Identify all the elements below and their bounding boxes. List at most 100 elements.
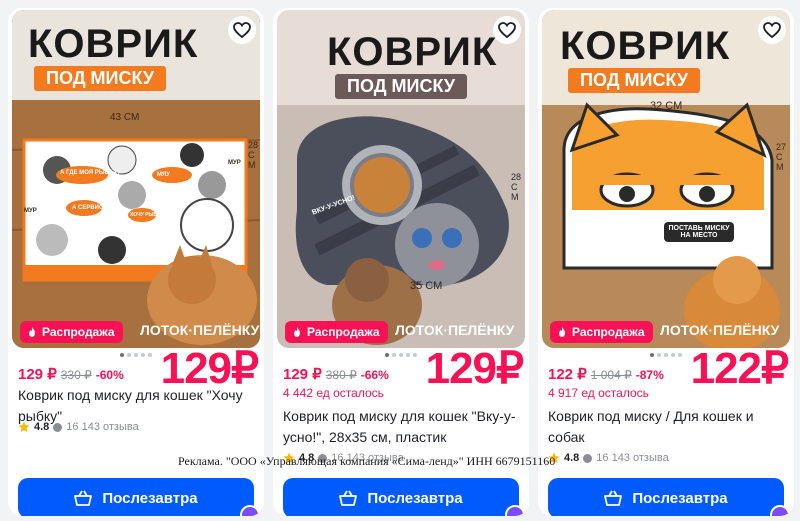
pager-dot <box>399 353 403 357</box>
price-current: 122 ₽ <box>548 366 587 383</box>
product-card[interactable]: КОВРИК ПОД МИСКУ 43 СМ 28 СМ А ГДЕ МОЯ Р… <box>8 8 264 516</box>
favorite-button[interactable] <box>758 16 786 44</box>
image-pager <box>120 353 152 357</box>
product-image[interactable]: КОВРИК ПОД МИСКУ 43 СМ 28 СМ А ГДЕ МОЯ Р… <box>12 10 260 348</box>
favorite-button[interactable] <box>228 16 256 44</box>
mat-headline: КОВРИК <box>560 24 731 68</box>
seller-logo-icon[interactable] <box>240 505 260 516</box>
sale-badge-label: Распродажа <box>42 325 115 339</box>
mat-bottom-text: ЛОТОК·ПЕЛЁНКУ <box>140 322 260 338</box>
mat-subline: ПОД МИСКУ <box>335 74 468 99</box>
price-current: 129 ₽ <box>18 366 57 383</box>
pager-dot <box>148 353 152 357</box>
pager-dot <box>413 353 417 357</box>
heart-icon <box>763 22 781 38</box>
basket-icon <box>339 490 358 506</box>
flame-icon <box>294 327 300 337</box>
price-old: 380 ₽ <box>325 368 357 382</box>
cta-label: Послезавтра <box>367 489 463 507</box>
discount-label: -66% <box>360 368 389 382</box>
sale-badge-label: Распродажа <box>572 325 645 339</box>
pager-dot <box>650 353 654 357</box>
rating-row: 4.8 16 143 отзыва <box>548 452 669 464</box>
seller-logo-icon[interactable] <box>505 505 525 516</box>
big-price-overlay: 122₽ <box>690 344 789 393</box>
stock-left: 4 917 ед осталось <box>548 386 649 400</box>
pager-dot <box>120 353 124 357</box>
favorite-button[interactable] <box>493 16 521 44</box>
add-to-cart-button[interactable]: Послезавтра <box>548 478 784 516</box>
basket-icon <box>604 490 623 506</box>
mat-dim-width: 43 СМ <box>110 112 140 123</box>
mat-bubble: А ГДЕ МОЯ РЫБКА? <box>60 170 121 176</box>
pager-dot <box>392 353 396 357</box>
price-row: 122 ₽ 1 004 ₽ -87% <box>548 365 664 383</box>
discount-label: -87% <box>635 368 664 382</box>
pager-dot <box>678 353 682 357</box>
heart-icon <box>233 22 251 38</box>
mat-dim-height: 28 СМ <box>248 140 259 170</box>
flame-icon <box>29 327 35 337</box>
pager-dot <box>134 353 138 357</box>
pager-dot <box>657 353 661 357</box>
stock-left: 4 442 ед осталось <box>283 386 384 400</box>
price-old: 330 ₽ <box>60 368 92 382</box>
big-price-overlay: 129₽ <box>425 344 524 393</box>
product-image[interactable]: КОВРИК ПОД МИСКУ 32 СМ 27 СМ ПОСТАВЬ МИС… <box>542 10 790 348</box>
mat-dim-width: 35 СМ <box>410 280 443 292</box>
product-title[interactable]: Коврик под миску для кошек "Вку-у-усно!"… <box>283 406 523 448</box>
mat-bottom-text: ЛОТОК·ПЕЛЁНКУ <box>395 322 515 338</box>
price-row: 129 ₽ 380 ₽ -66% <box>283 365 389 383</box>
mat-dim-height: 28 СМ <box>511 172 522 202</box>
rating-score: 4.8 <box>564 452 580 464</box>
image-pager <box>385 353 417 357</box>
product-title[interactable]: Коврик под миску / Для кошек и собак <box>548 406 788 448</box>
pager-dot <box>406 353 410 357</box>
star-icon <box>18 421 30 432</box>
sale-badge: Распродажа <box>285 321 388 343</box>
mat-dim-height: 27 СМ <box>776 142 787 172</box>
mat-bubble: МУР <box>24 208 37 214</box>
mat-bubble: ПОСТАВЬ МИСКУ НА МЕСТО <box>664 222 734 242</box>
add-to-cart-button[interactable]: Послезавтра <box>283 478 519 516</box>
reviews-count[interactable]: 16 143 отзыва <box>596 452 668 464</box>
pager-dot <box>141 353 145 357</box>
mat-dim-width: 32 СМ <box>650 100 683 112</box>
add-to-cart-button[interactable]: Послезавтра <box>18 478 254 516</box>
sale-badge-label: Распродажа <box>307 325 380 339</box>
seller-logo-icon[interactable] <box>770 505 790 516</box>
sale-badge: Распродажа <box>550 321 653 343</box>
cta-label: Послезавтра <box>102 489 198 507</box>
mat-bubble: МУР <box>228 160 241 166</box>
product-card[interactable]: КОВРИК ПОД МИСКУ 32 СМ 27 СМ ПОСТАВЬ МИС… <box>538 8 794 516</box>
flame-icon <box>559 327 565 337</box>
mat-subline: ПОД МИСКУ <box>568 68 701 93</box>
price-old: 1 004 ₽ <box>590 368 632 382</box>
reviews-icon <box>53 422 63 432</box>
mat-subline: ПОД МИСКУ <box>34 66 167 91</box>
mat-bubble: А СЕРВИС? <box>72 205 107 211</box>
pager-dot <box>127 353 131 357</box>
discount-label: -60% <box>95 368 124 382</box>
basket-icon <box>74 490 93 506</box>
heart-icon <box>498 22 516 38</box>
sale-badge: Распродажа <box>20 321 123 343</box>
price-current: 129 ₽ <box>283 366 322 383</box>
rating-score: 4.8 <box>34 421 50 433</box>
pager-dot <box>664 353 668 357</box>
mat-bubble: ХОЧУ РЫБКУ! <box>130 212 165 218</box>
rating-row: 4.8 16 143 отзыва <box>18 421 139 433</box>
mat-bubble: МЯУ <box>157 172 171 178</box>
pager-dot <box>671 353 675 357</box>
pager-dot <box>385 353 389 357</box>
mat-bottom-text: ЛОТОК·ПЕЛЁНКУ <box>660 322 780 338</box>
product-image[interactable]: КОВРИК ПОД МИСКУ 35 СМ 28 СМ ВКУ-У-УСНО!… <box>277 10 525 348</box>
reviews-icon <box>583 453 593 463</box>
reviews-count[interactable]: 16 143 отзыва <box>66 421 138 433</box>
price-row: 129 ₽ 330 ₽ -60% <box>18 365 124 383</box>
cta-label: Послезавтра <box>632 489 728 507</box>
mat-headline: КОВРИК <box>327 30 498 74</box>
product-card[interactable]: КОВРИК ПОД МИСКУ 35 СМ 28 СМ ВКУ-У-УСНО!… <box>273 8 529 516</box>
ad-disclaimer: Реклама. "ООО «Управляющая компания «Сим… <box>178 454 556 468</box>
product-grid: КОВРИК ПОД МИСКУ 43 СМ 28 СМ А ГДЕ МОЯ Р… <box>0 0 800 521</box>
